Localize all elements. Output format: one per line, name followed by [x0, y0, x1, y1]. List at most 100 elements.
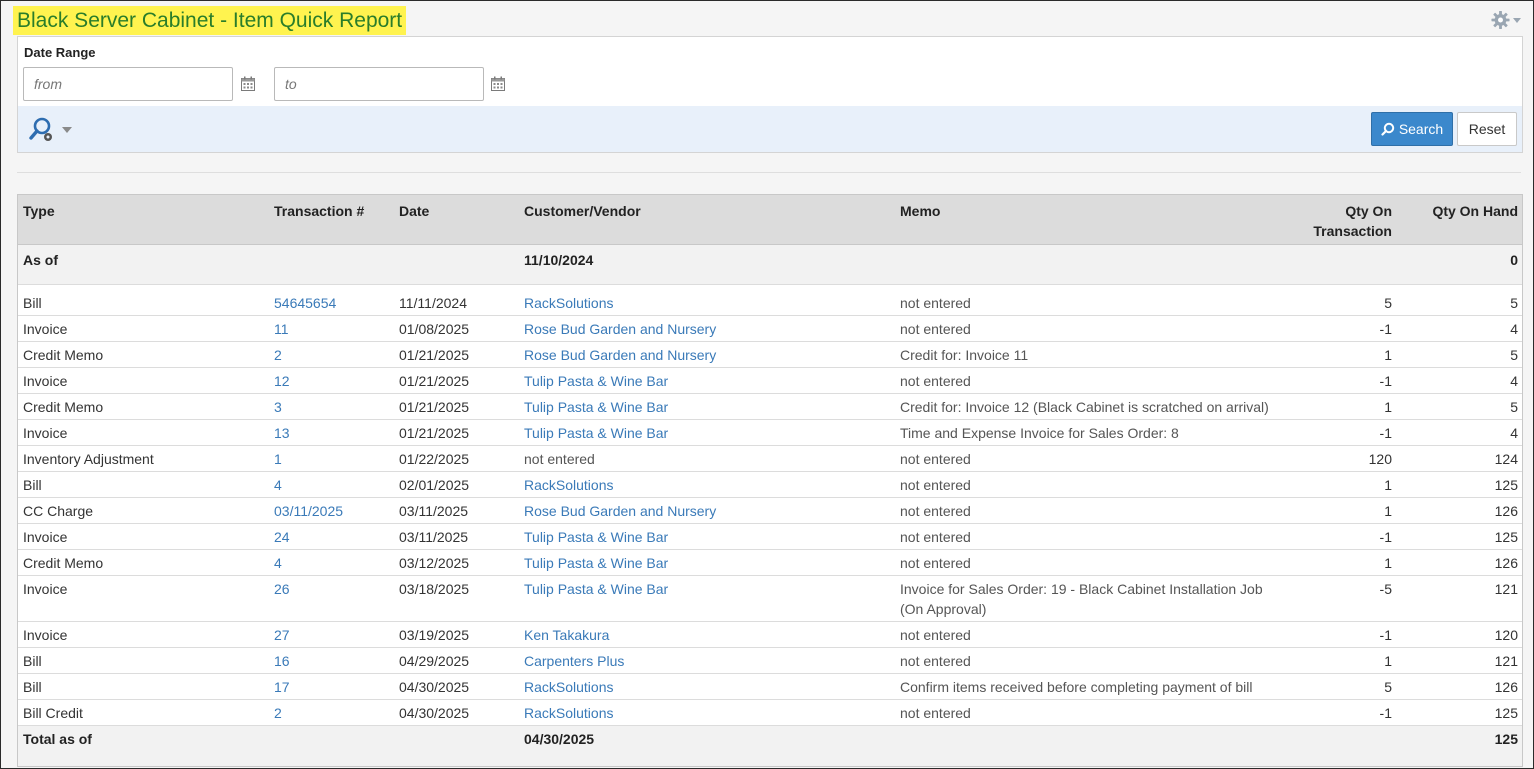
cell-qty-on-hand: 126: [1494, 679, 1518, 695]
total-row: Total as of 04/30/2025 125: [18, 726, 1522, 766]
cell-type: Invoice: [23, 581, 68, 597]
cell-date: 04/30/2025: [399, 705, 470, 721]
cell-memo: Time and Expense Invoice for Sales Order…: [900, 425, 1179, 441]
cell-customer-link[interactable]: Rose Bud Garden and Nursery: [524, 319, 716, 339]
cell-memo: Credit for: Invoice 12 (Black Cabinet is…: [900, 399, 1269, 415]
cell-transaction-link[interactable]: 17: [274, 677, 290, 697]
cell-memo: not entered: [900, 627, 971, 643]
table-row: Invoice 11 01/08/2025 Rose Bud Garden and N…: [18, 316, 1522, 342]
cell-date: 01/08/2025: [399, 321, 470, 337]
cell-customer-link[interactable]: Carpenters Plus: [524, 651, 624, 671]
cell-type: Invoice: [23, 373, 68, 389]
cell-transaction-link[interactable]: 2: [274, 703, 282, 723]
cell-transaction-link[interactable]: 16: [274, 651, 290, 671]
cell-qty-on-transaction: -1: [1379, 425, 1392, 441]
cell-qty-on-hand: 121: [1494, 653, 1518, 669]
table-row: Invoice 24 03/11/2025 Tulip Pasta & Wine Ba…: [18, 524, 1522, 550]
cell-transaction-link[interactable]: 26: [274, 579, 290, 599]
cell-transaction-link[interactable]: 3: [274, 397, 282, 417]
total-on-hand: 125: [1494, 731, 1518, 747]
cell-transaction-link[interactable]: 03/11/2025: [274, 501, 343, 521]
col-header-memo[interactable]: Memo: [900, 201, 940, 221]
cell-customer-link[interactable]: Tulip Pasta & Wine Bar: [524, 579, 668, 599]
cell-transaction-link[interactable]: 54645654: [274, 293, 336, 313]
cell-transaction-link[interactable]: 27: [274, 625, 290, 645]
cell-type: Bill: [23, 653, 42, 669]
cell-qty-on-hand: 4: [1510, 321, 1518, 337]
total-label: Total as of: [23, 731, 92, 747]
date-from-input[interactable]: [23, 67, 233, 101]
cell-qty-on-transaction: 1: [1384, 503, 1392, 519]
cell-qty-on-transaction: -5: [1379, 581, 1392, 597]
cell-memo: not entered: [900, 503, 971, 519]
cell-customer-link[interactable]: Tulip Pasta & Wine Bar: [524, 371, 668, 391]
cell-qty-on-hand: 125: [1494, 705, 1518, 721]
cell-qty-on-hand: 125: [1494, 529, 1518, 545]
col-header-qty-line2: Transaction: [1313, 223, 1392, 239]
table-row: Bill 4 02/01/2025 RackSolutions not entered 1…: [18, 472, 1522, 498]
col-header-type[interactable]: Type: [23, 201, 55, 221]
filter-panel: Date Range from to Search Reset: [17, 36, 1523, 153]
cell-qty-on-transaction: 5: [1384, 679, 1392, 695]
search-settings-icon: [29, 117, 52, 141]
table-header: Type Transaction # Date Customer/Vendor …: [18, 195, 1522, 245]
cell-qty-on-transaction: 1: [1384, 555, 1392, 571]
cell-transaction-link[interactable]: 24: [274, 527, 290, 547]
cell-memo: not entered: [900, 529, 971, 545]
report-table: Type Transaction # Date Customer/Vendor …: [17, 194, 1523, 767]
cell-customer-link[interactable]: Rose Bud Garden and Nursery: [524, 501, 716, 521]
col-header-qty-on-transaction[interactable]: Qty On Transaction: [1313, 201, 1392, 241]
cell-qty-on-hand: 121: [1494, 581, 1518, 597]
cell-customer-link[interactable]: RackSolutions: [524, 677, 614, 697]
cell-customer-link[interactable]: Ken Takakura: [524, 625, 609, 645]
cell-type: Bill: [23, 679, 42, 695]
calendar-icon[interactable]: [240, 76, 256, 92]
date-range-label: Date Range: [24, 45, 96, 60]
table-row: Bill 16 04/29/2025 Carpenters Plus not enter…: [18, 648, 1522, 674]
cell-customer-link[interactable]: Tulip Pasta & Wine Bar: [524, 553, 668, 573]
search-button-label: Search: [1398, 121, 1444, 137]
cell-type: Invoice: [23, 529, 68, 545]
cell-transaction-link[interactable]: 13: [274, 423, 290, 443]
cell-date: 03/11/2025: [399, 503, 469, 519]
reset-button[interactable]: Reset: [1457, 112, 1517, 146]
cell-date: 03/19/2025: [399, 627, 470, 643]
cell-customer-link[interactable]: Tulip Pasta & Wine Bar: [524, 423, 668, 443]
table-row: Credit Memo 4 03/12/2025 Tulip Pasta & Wine…: [18, 550, 1522, 576]
calendar-icon[interactable]: [490, 76, 506, 92]
date-to-input[interactable]: [274, 67, 484, 101]
cell-qty-on-hand: 5: [1510, 295, 1518, 311]
cell-transaction-link[interactable]: 4: [274, 553, 282, 573]
cell-customer-link[interactable]: RackSolutions: [524, 475, 614, 495]
cell-transaction-link[interactable]: 11: [274, 319, 289, 339]
cell-transaction-link[interactable]: 4: [274, 475, 282, 495]
cell-qty-on-transaction: 5: [1384, 295, 1392, 311]
cell-date: 01/21/2025: [399, 373, 470, 389]
cell-customer-link[interactable]: RackSolutions: [524, 703, 614, 723]
cell-transaction-link[interactable]: 12: [274, 371, 290, 391]
cell-customer-link[interactable]: RackSolutions: [524, 293, 614, 313]
search-button[interactable]: Search: [1371, 112, 1453, 146]
col-header-qty-on-hand[interactable]: Qty On Hand: [1432, 201, 1518, 221]
cell-transaction-link[interactable]: 2: [274, 345, 282, 365]
cell-type: Bill Credit: [23, 705, 83, 721]
cell-type: Bill: [23, 295, 42, 311]
col-header-qty-line1: Qty On: [1345, 203, 1392, 219]
search-options-menu[interactable]: [28, 116, 78, 144]
col-header-customer[interactable]: Customer/Vendor: [524, 201, 641, 221]
col-header-transaction[interactable]: Transaction #: [274, 201, 364, 221]
table-row: Invoice 26 03/18/2025 Tulip Pasta & Wine Ba…: [18, 576, 1522, 622]
table-row: Credit Memo 3 01/21/2025 Tulip Pasta & Wine…: [18, 394, 1522, 420]
cell-customer-link[interactable]: Rose Bud Garden and Nursery: [524, 345, 716, 365]
cell-customer-link[interactable]: Tulip Pasta & Wine Bar: [524, 527, 668, 547]
cell-transaction-link[interactable]: 1: [274, 449, 282, 469]
cell-qty-on-hand: 4: [1510, 425, 1518, 441]
settings-menu[interactable]: [1491, 9, 1521, 31]
cell-qty-on-hand: 126: [1494, 503, 1518, 519]
col-header-date[interactable]: Date: [399, 201, 429, 221]
table-row: Inventory Adjustment 1 01/22/2025 not enter…: [18, 446, 1522, 472]
cell-customer-link[interactable]: Tulip Pasta & Wine Bar: [524, 397, 668, 417]
as-of-date: 11/10/2024: [524, 252, 594, 268]
cell-memo: not entered: [900, 555, 971, 571]
table-row: Bill Credit 2 04/30/2025 RackSolutions not e…: [18, 700, 1522, 726]
